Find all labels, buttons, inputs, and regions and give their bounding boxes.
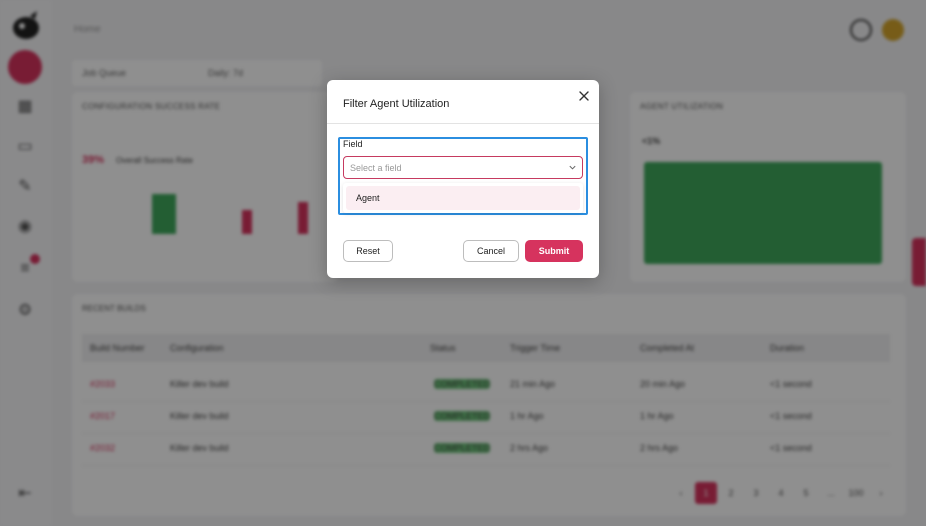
cancel-button[interactable]: Cancel xyxy=(463,240,519,262)
dialog-title: Filter Agent Utilization xyxy=(343,98,450,110)
divider xyxy=(327,123,599,124)
field-select[interactable]: Select a field xyxy=(343,156,583,179)
submit-button[interactable]: Submit xyxy=(525,240,583,262)
reset-button[interactable]: Reset xyxy=(343,240,393,262)
option-agent[interactable]: Agent xyxy=(346,186,580,210)
field-label: Field xyxy=(343,139,363,149)
close-icon[interactable] xyxy=(577,89,591,103)
chevron-down-icon xyxy=(569,165,576,170)
field-dropdown: Agent xyxy=(343,183,583,213)
option-label: Agent xyxy=(356,193,380,203)
filter-agent-utilization-dialog: Filter Agent Utilization Field Select a … xyxy=(327,80,599,278)
select-placeholder: Select a field xyxy=(350,163,402,173)
